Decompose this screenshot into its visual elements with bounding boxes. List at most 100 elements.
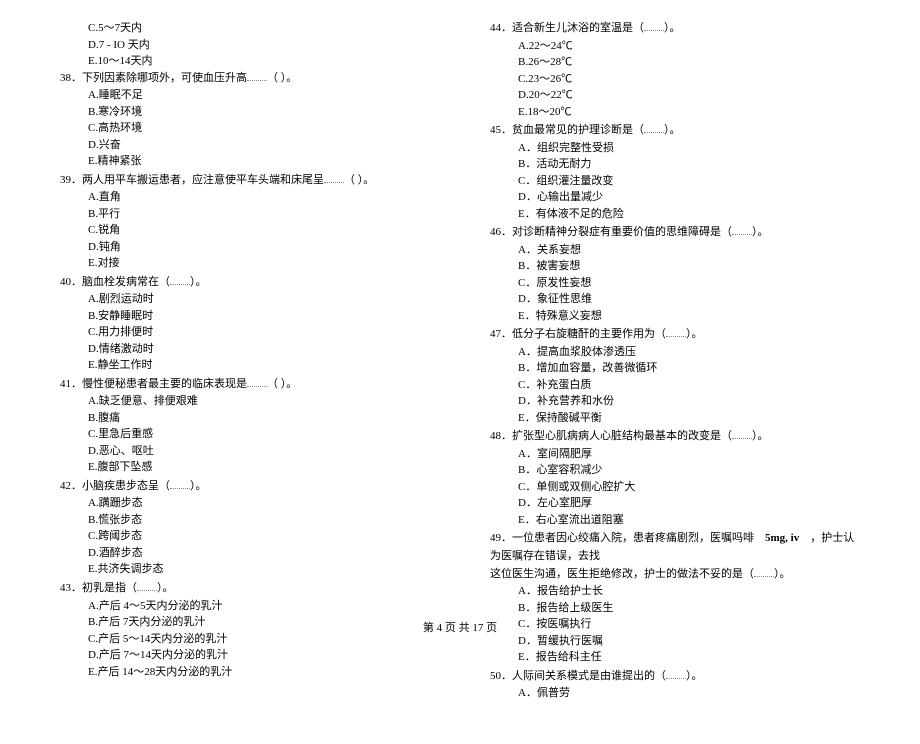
option-item: E.对接 — [88, 255, 430, 272]
options-list: A．组织完整性受损 B．活动无耐力 C．组织灌注量改变 D．心输出量减少 E．有… — [490, 140, 860, 223]
left-column: C.5～7天内 D.7 - IO 天内 E.10～14天内 38．下列因素除哪项… — [60, 20, 430, 704]
option-item: A．组织完整性受损 — [518, 140, 860, 157]
question-38: 38．下列因素除哪项外，可使血压升高（ ）。 A.睡眠不足 B.寒冷环境 C.高… — [60, 70, 430, 170]
answer-blank — [666, 326, 686, 337]
question-45: 45．贫血最常见的护理诊断是（ ）。 A．组织完整性受损 B．活动无耐力 C．组织… — [490, 122, 860, 222]
question-text: ．对诊断精神分裂症有重要价值的思维障碍是（ — [501, 226, 732, 238]
option-item: B.安静睡眠时 — [88, 308, 430, 325]
page-footer: 第 4 页 共 17 页 — [0, 620, 920, 638]
answer-blank — [644, 20, 664, 31]
option-item: B．心室容积减少 — [518, 462, 860, 479]
q37-options-continued: C.5～7天内 D.7 - IO 天内 E.10～14天内 — [60, 20, 430, 70]
question-41: 41．慢性便秘患者最主要的临床表现是（ ）。 A.缺乏便意、排便艰难 B.腹痛 … — [60, 376, 430, 476]
question-number: 46 — [490, 226, 501, 238]
option-item: A.剧烈运动时 — [88, 291, 430, 308]
question-suffix: ）。 — [752, 430, 769, 442]
option-item: B.腹痛 — [88, 410, 430, 427]
option-item: C.用力排便时 — [88, 324, 430, 341]
option-item: A．报告给护士长 — [518, 583, 860, 600]
option-item: A．提高血浆胶体渗透压 — [518, 344, 860, 361]
option-item: C.跨阈步态 — [88, 528, 430, 545]
option-item: E．报告给科主任 — [518, 649, 860, 666]
option-item: A.直角 — [88, 189, 430, 206]
option-item: D．左心室肥厚 — [518, 495, 860, 512]
question-suffix: ）。 — [664, 22, 681, 34]
option-item: E．右心室流出道阻塞 — [518, 512, 860, 529]
option-item: B.平行 — [88, 206, 430, 223]
option-item: E．特殊意义妄想 — [518, 308, 860, 325]
option-item: E.18～20℃ — [518, 104, 860, 121]
option-item: C.里急后重感 — [88, 426, 430, 443]
question-suffix: ）。 — [664, 124, 681, 136]
option-item: E.精神紧张 — [88, 153, 430, 170]
question-text: ．贫血最常见的护理诊断是（ — [501, 124, 644, 136]
question-number: 48 — [490, 430, 501, 442]
option-item: B.慌张步态 — [88, 512, 430, 529]
question-text: ．低分子右旋糖酐的主要作用为（ — [501, 328, 666, 340]
options-list: A.产后 4～5天内分泌的乳汁 B.产后 7天内分泌的乳汁 C.产后 5～14天… — [60, 598, 430, 681]
option-item: D．象征性思维 — [518, 291, 860, 308]
option-item: D.酒醉步态 — [88, 545, 430, 562]
options-list: A．关系妄想 B．被害妄想 C．原发性妄想 D．象征性思维 E．特殊意义妄想 — [490, 242, 860, 325]
answer-blank — [666, 668, 686, 679]
question-number: 45 — [490, 124, 501, 136]
question-42: 42．小脑疾患步态呈（）。 A.蹒跚步态 B.慌张步态 C.跨阈步态 D.酒醉步… — [60, 478, 430, 578]
question-suffix: ）。 — [190, 480, 207, 492]
question-text: ．初乳是指（ — [71, 582, 137, 594]
option-item: D．心输出量减少 — [518, 189, 860, 206]
options-list: A.缺乏便意、排便艰难 B.腹痛 C.里急后重感 D.恶心、呕吐 E.腹部下坠感 — [60, 393, 430, 476]
option-item: D.钝角 — [88, 239, 430, 256]
question-text: ．下列因素除哪项外，可使血压升高 — [71, 72, 247, 84]
options-list: A.直角 B.平行 C.锐角 D.钝角 E.对接 — [60, 189, 430, 272]
option-item: C.5～7天内 — [88, 20, 430, 37]
option-item: D．补充营养和水份 — [518, 393, 860, 410]
option-item: A．佩普劳 — [518, 685, 860, 702]
answer-blank — [732, 428, 752, 439]
answer-blank — [247, 70, 267, 81]
answer-blank — [644, 122, 664, 133]
option-item: C.锐角 — [88, 222, 430, 239]
question-text: ．人际间关系模式是由谁提出的（ — [501, 670, 666, 682]
question-suffix: ）。 — [157, 582, 174, 594]
option-item: A．室间隔肥厚 — [518, 446, 860, 463]
option-item: D.恶心、呕吐 — [88, 443, 430, 460]
option-item: E.10～14天内 — [88, 53, 430, 70]
question-number: 49 — [490, 532, 501, 544]
question-text: ．慢性便秘患者最主要的临床表现是 — [71, 378, 247, 390]
question-suffix: ）。 — [774, 568, 791, 580]
answer-blank — [732, 224, 752, 235]
question-suffix: （ ）。 — [267, 72, 297, 84]
question-long-text-1: 一位患者因心绞痛入院，患者疼痛剧烈，医嘱吗啡 — [512, 532, 754, 544]
options-list: A.22～24℃ B.26～28℃ C.23～26℃ D.20～22℃ E.18… — [490, 38, 860, 121]
option-item: A.22～24℃ — [518, 38, 860, 55]
options-list: A.蹒跚步态 B.慌张步态 C.跨阈步态 D.酒醉步态 E.共济失调步态 — [60, 495, 430, 578]
option-item: B．活动无耐力 — [518, 156, 860, 173]
question-39: 39．两人用平车搬运患者，应注意使平车头端和床尾呈（ ）。 A.直角 B.平行 … — [60, 172, 430, 272]
question-suffix: ）。 — [752, 226, 769, 238]
option-item: E.产后 14～28天内分泌的乳汁 — [88, 664, 430, 681]
question-number: 47 — [490, 328, 501, 340]
question-suffix: （ ）。 — [267, 378, 297, 390]
option-item: C．单侧或双侧心腔扩大 — [518, 479, 860, 496]
question-49: 49．一位患者因心绞痛入院，患者疼痛剧烈，医嘱吗啡 5mg, iv ，护士认为医… — [490, 530, 860, 665]
question-number: 39 — [60, 174, 71, 186]
question-47: 47．低分子右旋糖酐的主要作用为（）。 A．提高血浆胶体渗透压 B．增加血容量，… — [490, 326, 860, 426]
question-40: 40．脑血栓发病常在（）。 A.剧烈运动时 B.安静睡眠时 C.用力排便时 D.… — [60, 274, 430, 374]
question-number: 44 — [490, 22, 501, 34]
question-text-part: ． — [501, 532, 512, 544]
option-item: C．原发性妄想 — [518, 275, 860, 292]
option-item: C.23～26℃ — [518, 71, 860, 88]
option-item: B．报告给上级医生 — [518, 600, 860, 617]
question-suffix: ）。 — [190, 276, 207, 288]
question-text: ．扩张型心肌病病人心脏结构最基本的改变是（ — [501, 430, 732, 442]
question-text: ．两人用平车搬运患者，应注意使平车头端和床尾呈 — [71, 174, 324, 186]
question-suffix: ）。 — [686, 328, 703, 340]
option-item: C.高热环境 — [88, 120, 430, 137]
option-item: D.情绪激动时 — [88, 341, 430, 358]
options-list: A.睡眠不足 B.寒冷环境 C.高热环境 D.兴奋 E.精神紧张 — [60, 87, 430, 170]
page-number: 第 4 页 共 17 页 — [423, 622, 497, 634]
option-item: A.缺乏便意、排便艰难 — [88, 393, 430, 410]
option-item: B.寒冷环境 — [88, 104, 430, 121]
question-50: 50．人际间关系模式是由谁提出的（）。 A．佩普劳 — [490, 668, 860, 702]
option-item: E.腹部下坠感 — [88, 459, 430, 476]
